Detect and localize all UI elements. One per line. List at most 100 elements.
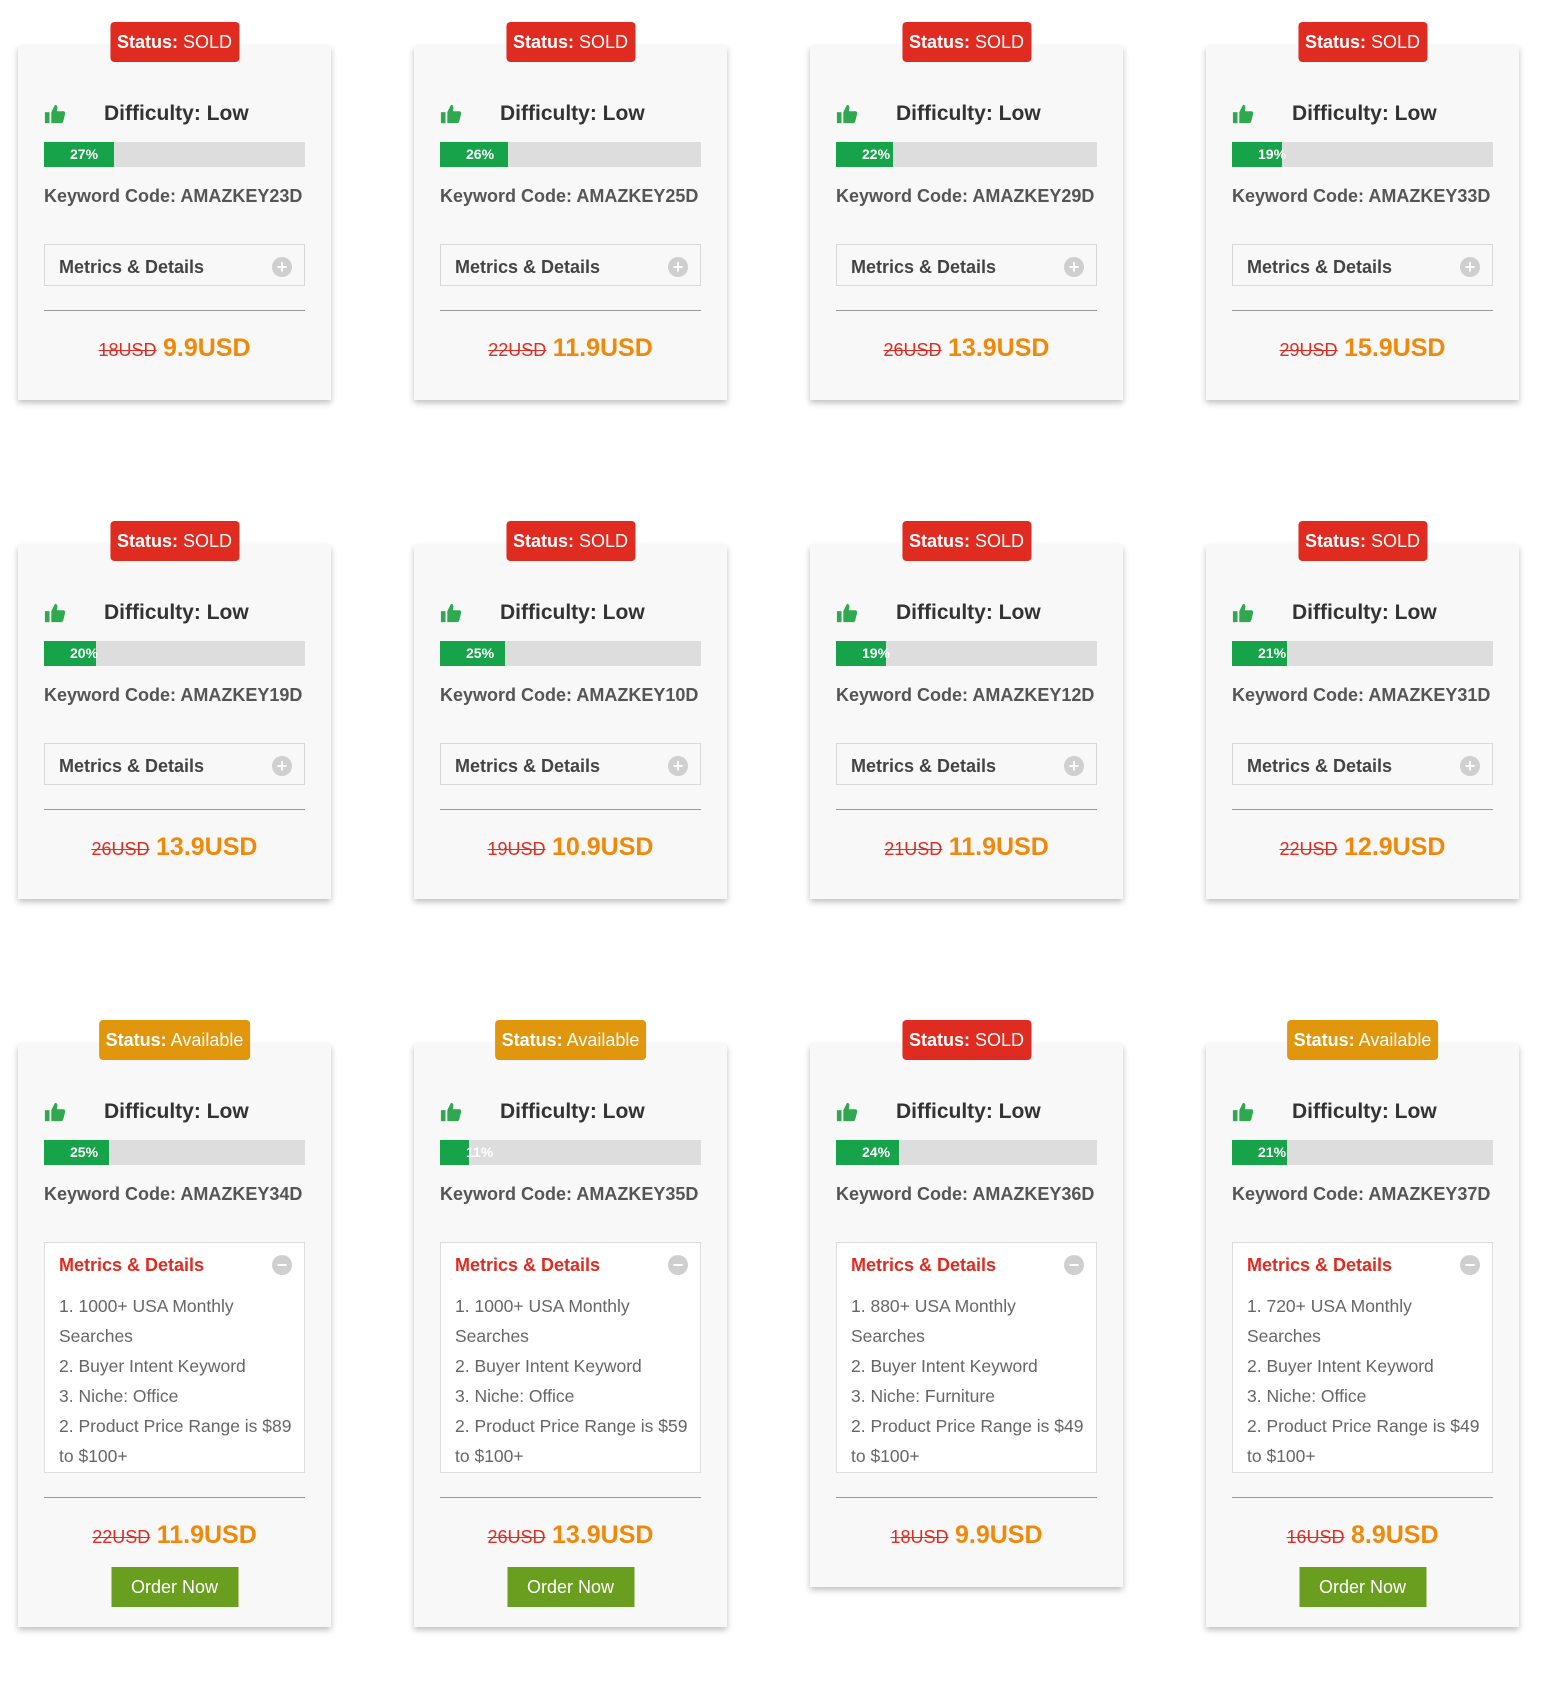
sale-price: 10.9USD <box>552 833 654 861</box>
keyword-code-label: Keyword Code: <box>44 685 177 705</box>
metrics-details-toggle[interactable]: Metrics & Details + <box>1232 244 1493 286</box>
difficulty-row: Difficulty: Low <box>44 601 305 625</box>
metrics-details-toggle[interactable]: Metrics & Details + <box>440 244 701 286</box>
status-value: Available <box>170 1030 244 1050</box>
plus-circle-icon[interactable]: + <box>668 756 688 776</box>
difficulty-label: Difficulty: Low <box>104 102 249 125</box>
status-badge: Status: SOLD <box>901 521 1032 561</box>
order-now-button[interactable]: Order Now <box>507 1567 634 1607</box>
status-value: SOLD <box>975 531 1025 551</box>
metrics-details-title: Metrics & Details <box>455 756 601 776</box>
keyword-code-value: AMAZKEY10D <box>576 685 699 705</box>
metrics-details-content: 1. 880+ USA Monthly Searches 2. Buyer Inte… <box>851 1291 1084 1471</box>
sale-price: 9.9USD <box>162 334 251 362</box>
metrics-details-toggle[interactable]: Metrics & Details + <box>440 743 701 785</box>
metrics-detail-line: 1. 880+ USA Monthly <box>851 1296 1016 1316</box>
status-label: Status: <box>1293 1030 1355 1050</box>
thumbs-up-icon <box>1232 603 1254 623</box>
minus-circle-icon[interactable]: − <box>1064 1255 1084 1275</box>
difficulty-label: Difficulty: Low <box>104 1100 249 1123</box>
keyword-code-label: Keyword Code: <box>44 1184 177 1204</box>
sale-price: 13.9USD <box>156 833 258 861</box>
order-now-button[interactable]: Order Now <box>111 1567 238 1607</box>
keyword-code-value: AMAZKEY29D <box>972 186 1095 206</box>
progress-percent: 27% <box>70 146 99 162</box>
divider <box>44 310 305 311</box>
progress-percent: 11% <box>466 1144 494 1160</box>
difficulty-label: Difficulty: Low <box>1292 1100 1437 1123</box>
metrics-details-toggle[interactable]: Metrics & Details − 1. 1000+ USA Monthly Se… <box>44 1242 305 1473</box>
difficulty-progress-bar: 25% <box>44 1140 305 1165</box>
divider <box>1232 1497 1493 1498</box>
metrics-details-toggle[interactable]: Metrics & Details + <box>836 244 1097 286</box>
difficulty-label: Difficulty: Low <box>1292 102 1437 125</box>
metrics-details-toggle[interactable]: Metrics & Details + <box>1232 743 1493 785</box>
keyword-code-label: Keyword Code: <box>836 186 969 206</box>
keyword-code: Keyword Code: AMAZKEY34D <box>44 1184 311 1205</box>
keyword-card: Status: SOLD Difficulty: Low 26% Keyword Co… <box>414 22 727 400</box>
sale-price: 12.9USD <box>1344 833 1446 861</box>
status-label: Status: <box>116 32 178 52</box>
status-badge: Status: SOLD <box>109 22 240 62</box>
metrics-details-title: Metrics & Details <box>455 1255 601 1275</box>
keyword-code: Keyword Code: AMAZKEY31D <box>1232 685 1499 706</box>
keyword-code-value: AMAZKEY37D <box>1368 1184 1491 1204</box>
minus-circle-icon[interactable]: − <box>1460 1255 1480 1275</box>
status-badge: Status: SOLD <box>901 1020 1032 1060</box>
status-badge: Status: Available <box>494 1020 647 1060</box>
keyword-card: Status: Available Difficulty: Low 11% Keywo… <box>414 1020 727 1627</box>
keyword-code-label: Keyword Code: <box>1232 685 1365 705</box>
plus-circle-icon[interactable]: + <box>1460 756 1480 776</box>
difficulty-progress-bar: 21% <box>1232 641 1493 666</box>
difficulty-progress-bar: 20% <box>44 641 305 666</box>
divider <box>44 1497 305 1498</box>
metrics-detail-line: 2. Product Price Range is $49 <box>1247 1416 1480 1436</box>
divider <box>44 809 305 810</box>
keyword-card: Status: SOLD Difficulty: Low 19% Keyword Co… <box>810 521 1123 899</box>
keyword-code-label: Keyword Code: <box>836 685 969 705</box>
price: 26USD 13.9USD <box>810 334 1123 363</box>
metrics-detail-line: 3. Niche: Office <box>1247 1386 1367 1406</box>
status-value: Available <box>566 1030 640 1050</box>
metrics-details-toggle[interactable]: Metrics & Details + <box>44 244 305 286</box>
metrics-details-toggle[interactable]: Metrics & Details + <box>836 743 1097 785</box>
metrics-details-toggle[interactable]: Metrics & Details − 1. 720+ USA Monthly Sea… <box>1232 1242 1493 1473</box>
plus-circle-icon[interactable]: + <box>272 257 292 277</box>
order-now-button[interactable]: Order Now <box>1299 1567 1426 1607</box>
keyword-card: Status: Available Difficulty: Low 21% Keywo… <box>1206 1020 1519 1627</box>
keyword-code-label: Keyword Code: <box>1232 1184 1365 1204</box>
keyword-code-value: AMAZKEY25D <box>576 186 699 206</box>
plus-circle-icon[interactable]: + <box>668 257 688 277</box>
plus-circle-icon[interactable]: + <box>1064 756 1084 776</box>
status-value: SOLD <box>1371 32 1421 52</box>
price: 16USD 8.9USD <box>1206 1521 1519 1550</box>
minus-circle-icon[interactable]: − <box>272 1255 292 1275</box>
keyword-card: Status: SOLD Difficulty: Low 25% Keyword Co… <box>414 521 727 899</box>
progress-percent: 21% <box>1258 1144 1287 1160</box>
difficulty-label: Difficulty: Low <box>896 601 1041 624</box>
sale-price: 11.9USD <box>552 334 653 362</box>
original-price: 22USD <box>1279 839 1338 859</box>
plus-circle-icon[interactable]: + <box>1064 257 1084 277</box>
metrics-details-toggle[interactable]: Metrics & Details + <box>44 743 305 785</box>
status-badge: Status: SOLD <box>901 22 1032 62</box>
status-value: SOLD <box>579 531 629 551</box>
original-price: 16USD <box>1286 1527 1345 1547</box>
plus-circle-icon[interactable]: + <box>1460 257 1480 277</box>
metrics-detail-line: 1. 1000+ USA Monthly <box>455 1296 630 1316</box>
progress-percent: 22% <box>862 146 891 162</box>
thumbs-up-icon <box>44 603 66 623</box>
metrics-detail-line: 3. Niche: Office <box>59 1386 179 1406</box>
keyword-card: Status: Available Difficulty: Low 25% Keywo… <box>18 1020 331 1627</box>
plus-circle-icon[interactable]: + <box>272 756 292 776</box>
divider <box>440 310 701 311</box>
metrics-details-content: 1. 1000+ USA Monthly Searches 2. Buyer Int… <box>455 1291 688 1471</box>
metrics-details-toggle[interactable]: Metrics & Details − 1. 880+ USA Monthly Sea… <box>836 1242 1097 1473</box>
progress-percent: 19% <box>862 645 891 661</box>
status-badge: Status: Available <box>1286 1020 1439 1060</box>
difficulty-row: Difficulty: Low <box>1232 1100 1493 1124</box>
status-label: Status: <box>908 531 970 551</box>
metrics-details-toggle[interactable]: Metrics & Details − 1. 1000+ USA Monthly Se… <box>440 1242 701 1473</box>
sale-price: 8.9USD <box>1350 1521 1439 1549</box>
minus-circle-icon[interactable]: − <box>668 1255 688 1275</box>
